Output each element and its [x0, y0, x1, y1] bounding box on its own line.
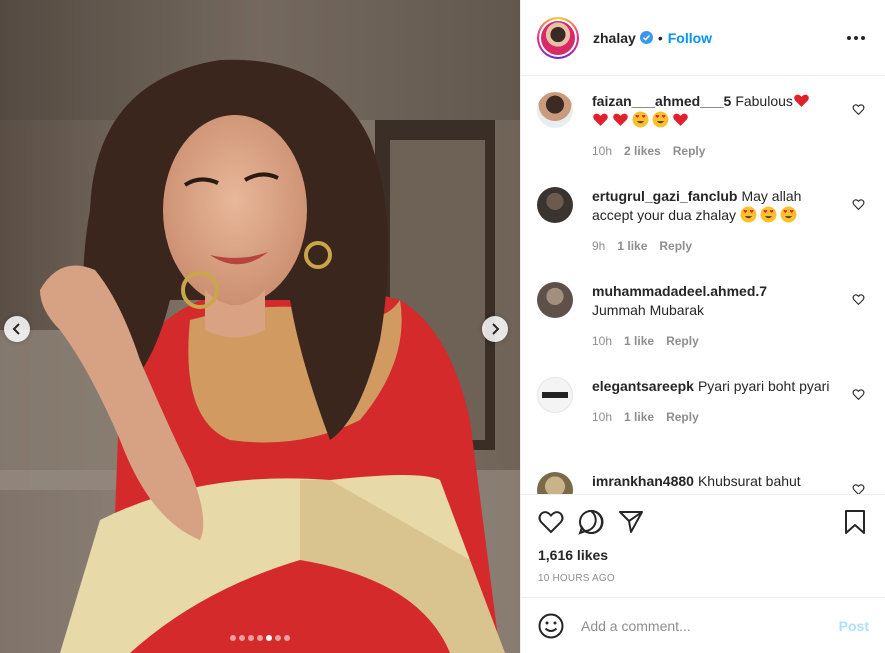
post-actions: [521, 495, 885, 537]
comment-likes[interactable]: 1 like: [624, 410, 654, 424]
comment-message: Fabulous: [735, 93, 793, 109]
like-comment-heart-icon[interactable]: [852, 483, 865, 494]
reply-button[interactable]: Reply: [666, 410, 699, 424]
avatar[interactable]: [537, 16, 579, 59]
previous-image-button[interactable]: [4, 316, 30, 342]
more-dot-icon: [854, 35, 858, 40]
comment-item: imrankhan4880 Khubsurat bahut: [537, 456, 869, 494]
heart-emoji-icon: [673, 113, 688, 126]
add-comment-bar: Post: [521, 597, 885, 653]
comment-meta: 10h 1 like Reply: [592, 410, 833, 424]
post-comment-button[interactable]: Post: [839, 618, 869, 634]
heart-eyes-emoji-icon: [652, 111, 669, 128]
carousel-dot: [230, 635, 236, 641]
comment-username[interactable]: faizan___ahmed___5: [592, 93, 731, 109]
share-send-icon[interactable]: [617, 508, 645, 536]
comment-likes[interactable]: 1 like: [624, 334, 654, 348]
comment-avatar[interactable]: [537, 282, 573, 318]
comment-username[interactable]: elegantsareepk: [592, 378, 694, 394]
post-media[interactable]: [0, 0, 520, 653]
comment-meta: 9h 1 like Reply: [592, 239, 833, 253]
post-header: zhalay • Follow: [521, 0, 885, 76]
reply-button[interactable]: Reply: [659, 239, 692, 253]
comment-item: elegantsareepk Pyari pyari boht pyari 10h…: [537, 361, 869, 456]
comment-message: Pyari pyari boht pyari: [697, 378, 830, 394]
comment-text: ertugrul_gazi_fanclub May allah accept yo…: [592, 187, 833, 225]
instagram-post: zhalay • Follow faizan___ahmed___5 Fabulo…: [0, 0, 885, 653]
comment-avatar[interactable]: [537, 377, 573, 413]
comment-time[interactable]: 10h: [592, 144, 612, 158]
more-options-button[interactable]: [843, 32, 869, 44]
likes-count[interactable]: 1,616 likes: [521, 537, 885, 563]
more-dot-icon: [847, 35, 851, 40]
more-dot-icon: [861, 35, 865, 40]
like-comment-heart-icon[interactable]: [852, 388, 865, 401]
comment-username[interactable]: muhammadadeel.ahmed.7: [592, 283, 767, 299]
follow-button[interactable]: Follow: [668, 30, 712, 46]
header-separator: •: [657, 29, 663, 46]
comment-meta: 10h 1 like Reply: [592, 334, 833, 348]
carousel-dot: [257, 635, 263, 641]
chevron-left-icon: [12, 323, 20, 335]
heart-emoji-icon: [613, 113, 628, 126]
comment-input[interactable]: [581, 617, 839, 634]
comment-avatar[interactable]: [537, 187, 573, 223]
comment-text: faizan___ahmed___5 Fabulous: [592, 92, 833, 130]
like-heart-icon[interactable]: [537, 508, 565, 536]
comment-text: elegantsareepk Pyari pyari boht pyari: [592, 377, 833, 396]
like-comment-heart-icon[interactable]: [852, 293, 865, 306]
carousel-dot-active: [266, 635, 272, 641]
comment-text: imrankhan4880 Khubsurat bahut: [592, 472, 833, 491]
comment-icon[interactable]: [577, 508, 605, 536]
emoji-smile-icon[interactable]: [537, 612, 565, 640]
bookmark-icon[interactable]: [841, 508, 869, 536]
comment-username[interactable]: ertugrul_gazi_fanclub: [592, 188, 737, 204]
reply-button[interactable]: Reply: [666, 334, 699, 348]
comment-likes[interactable]: 2 likes: [624, 144, 661, 158]
like-comment-heart-icon[interactable]: [852, 198, 865, 211]
comment-avatar[interactable]: [537, 92, 573, 128]
comments-list[interactable]: faizan___ahmed___5 Fabulous 10h 2 likes R…: [521, 76, 885, 494]
like-comment-heart-icon[interactable]: [852, 103, 865, 116]
heart-eyes-emoji-icon: [780, 206, 797, 223]
heart-eyes-emoji-icon: [760, 206, 777, 223]
comment-item: muhammadadeel.ahmed.7 Jummah Mubarak 10h…: [537, 266, 869, 361]
heart-eyes-emoji-icon: [632, 111, 649, 128]
heart-emoji-icon: [593, 113, 608, 126]
comment-time[interactable]: 10h: [592, 410, 612, 424]
comment-message: Jummah Mubarak: [592, 302, 705, 318]
carousel-dot: [284, 635, 290, 641]
carousel-dot: [275, 635, 281, 641]
reply-button[interactable]: Reply: [673, 144, 706, 158]
comment-item: faizan___ahmed___5 Fabulous 10h 2 likes R…: [537, 76, 869, 171]
post-actions-area: 1,616 likes 10 HOURS AGO: [521, 494, 885, 584]
post-timestamp[interactable]: 10 HOURS AGO: [521, 563, 885, 584]
chevron-right-icon: [492, 323, 500, 335]
comment-time[interactable]: 9h: [592, 239, 605, 253]
post-photo: [0, 0, 520, 653]
heart-eyes-emoji-icon: [740, 206, 757, 223]
verified-badge-icon: [639, 31, 653, 44]
carousel-dots: [0, 635, 520, 641]
comment-message: Khubsurat bahut: [697, 473, 801, 489]
heart-emoji-icon: [794, 94, 809, 107]
post-side-panel: zhalay • Follow faizan___ahmed___5 Fabulo…: [520, 0, 885, 653]
comment-avatar[interactable]: [537, 472, 573, 494]
comment-time[interactable]: 10h: [592, 334, 612, 348]
comment-text: muhammadadeel.ahmed.7 Jummah Mubarak: [592, 282, 833, 320]
comment-username[interactable]: imrankhan4880: [592, 473, 694, 489]
next-image-button[interactable]: [482, 316, 508, 342]
comment-item: ertugrul_gazi_fanclub May allah accept yo…: [537, 171, 869, 266]
carousel-dot: [248, 635, 254, 641]
comment-likes[interactable]: 1 like: [617, 239, 647, 253]
brand-logo-icon: [542, 392, 568, 398]
comment-meta: 10h 2 likes Reply: [592, 144, 833, 158]
post-author-username[interactable]: zhalay: [593, 30, 636, 46]
carousel-dot: [239, 635, 245, 641]
